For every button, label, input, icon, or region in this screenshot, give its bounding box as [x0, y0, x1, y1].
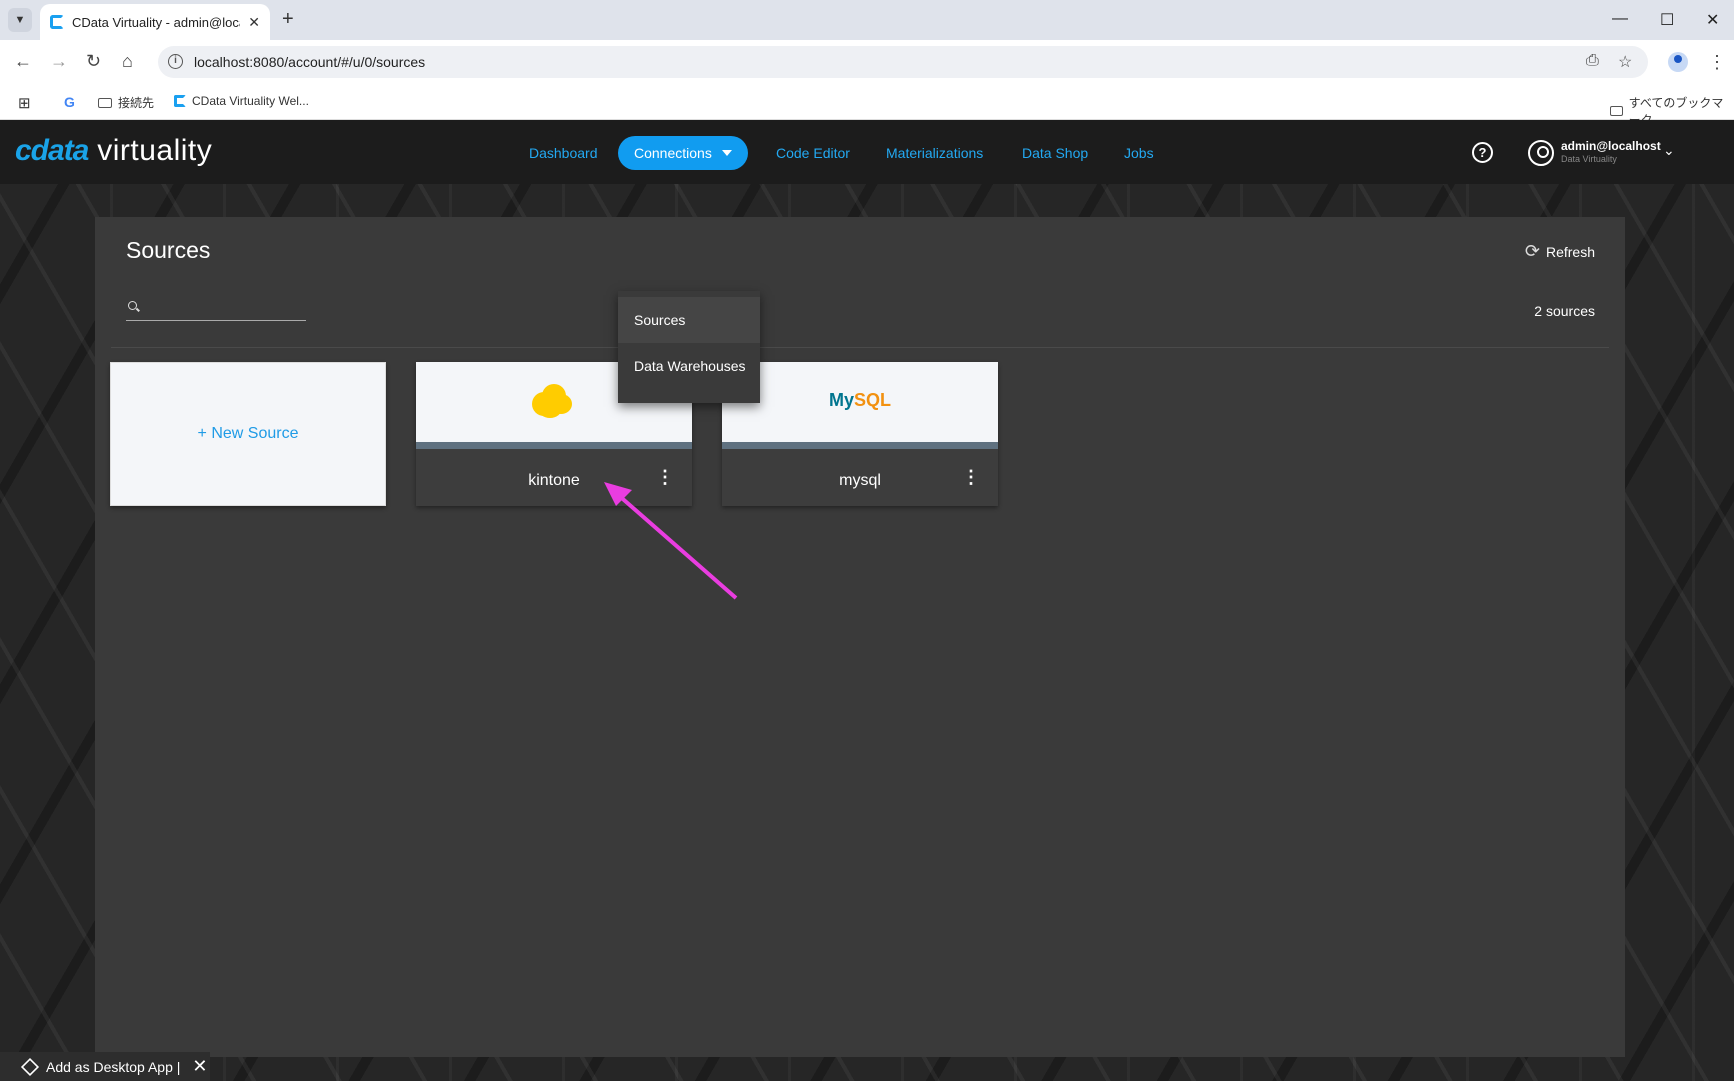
refresh-button[interactable]: ⟳ Refresh [1525, 241, 1595, 262]
cdata-icon [174, 95, 186, 107]
bookmark-label: CData Virtuality Wel... [192, 94, 309, 108]
reload-icon[interactable]: ↻ [86, 51, 101, 72]
card-logo-area: MySQL [722, 362, 998, 442]
cdata-virtuality-logo[interactable]: cdata virtuality [15, 134, 212, 168]
caret-down-icon [721, 150, 732, 156]
bookmark-folder[interactable]: 接続先 [98, 94, 154, 111]
tab-close-icon[interactable]: ✕ [248, 14, 260, 31]
address-bar[interactable]: i localhost:8080/account/#/u/0/sources ⎙… [158, 46, 1648, 78]
url-text[interactable]: localhost:8080/account/#/u/0/sources [194, 54, 425, 70]
forward-icon[interactable]: → [50, 51, 68, 72]
maximize-icon[interactable]: ☐ [1660, 10, 1674, 30]
folder-icon [1610, 106, 1623, 116]
chevron-down-icon[interactable]: ⌄ [1663, 142, 1675, 159]
apps-grid-icon[interactable]: ⊞ [18, 94, 31, 112]
tab-title: CData Virtuality - admin@locall [72, 14, 241, 30]
logo-brand: cdata [15, 134, 89, 167]
nav-jobs[interactable]: Jobs [1124, 136, 1154, 170]
refresh-label: Refresh [1545, 243, 1595, 260]
kintone-cloud-icon [528, 380, 574, 420]
card-status-bar [416, 442, 692, 449]
new-tab-button[interactable]: + [282, 8, 294, 31]
google-icon: G [64, 94, 75, 110]
profile-avatar-icon[interactable] [1668, 52, 1688, 72]
search-field[interactable] [126, 295, 306, 321]
sources-panel: Sources ⟳ Refresh 2 sources + New Source [95, 217, 1625, 1057]
bookmark-star-icon[interactable]: ☆ [1618, 52, 1632, 72]
nav-code-editor[interactable]: Code Editor [776, 136, 850, 170]
site-info-icon[interactable]: i [168, 54, 183, 69]
nav-materializations[interactable]: Materializations [886, 136, 983, 170]
new-source-card[interactable]: + New Source [110, 362, 386, 506]
user-subtitle: Data Virtuality [1561, 154, 1617, 164]
google-bookmark[interactable]: G [64, 94, 75, 110]
desktop-app-banner[interactable]: Add as Desktop App | ✕ [0, 1052, 210, 1081]
nav-connections[interactable]: Connections [618, 136, 748, 170]
close-icon[interactable]: ✕ [192, 1056, 207, 1077]
search-input[interactable] [144, 297, 302, 317]
source-name: mysql [839, 472, 881, 489]
connections-dropdown-menu: Sources Data Warehouses [618, 291, 760, 403]
page-title: Sources [126, 237, 211, 263]
menu-item-sources[interactable]: Sources [618, 297, 760, 343]
tab-list-button[interactable]: ▼ [8, 8, 32, 32]
bookmark-label: 接続先 [118, 96, 155, 110]
layers-icon [20, 1057, 40, 1076]
card-status-bar [722, 442, 998, 449]
user-account-icon[interactable] [1528, 140, 1554, 166]
back-icon[interactable]: ← [14, 51, 32, 72]
cdata-favicon-icon [50, 15, 64, 29]
app-header: cdata virtuality Dashboard Connections C… [0, 120, 1734, 184]
browser-tab-bar: ▼ CData Virtuality - admin@locall ✕ + — … [0, 0, 1734, 40]
home-icon[interactable]: ⌂ [122, 51, 133, 72]
browser-tab[interactable]: CData Virtuality - admin@locall ✕ [40, 4, 270, 40]
source-name: kintone [528, 472, 580, 489]
help-icon[interactable]: ? [1472, 142, 1493, 163]
bookmark-cdata[interactable]: CData Virtuality Wel... [174, 94, 309, 108]
nav-dashboard[interactable]: Dashboard [529, 136, 598, 170]
more-vert-icon[interactable]: ⋮ [962, 468, 980, 486]
logo-product: virtuality [97, 134, 213, 167]
install-app-icon[interactable]: ⎙ [1586, 52, 1599, 70]
divider [111, 347, 1609, 348]
minimize-icon[interactable]: — [1612, 10, 1628, 28]
browser-toolbar: ← → ↻ ⌂ i localhost:8080/account/#/u/0/s… [0, 40, 1734, 84]
nav-connections-label: Connections [634, 145, 712, 161]
desktop-app-label[interactable]: Add as Desktop App | [46, 1059, 180, 1075]
window-close-icon[interactable]: ✕ [1706, 10, 1719, 30]
bookmarks-bar: ⊞ G 接続先 CData Virtuality Wel... すべてのブックマ… [0, 84, 1734, 127]
app-root: cdata virtuality Dashboard Connections C… [0, 120, 1734, 1081]
new-source-label: + New Source [197, 425, 299, 442]
refresh-icon: ⟳ [1524, 241, 1540, 261]
user-name[interactable]: admin@localhost [1561, 139, 1661, 153]
browser-menu-icon[interactable]: ⋮ [1708, 52, 1726, 73]
folder-icon [98, 97, 112, 108]
more-vert-icon[interactable]: ⋮ [656, 468, 674, 486]
nav-data-shop[interactable]: Data Shop [1022, 136, 1088, 170]
sources-count: 2 sources [1534, 303, 1595, 319]
search-icon [128, 301, 137, 310]
menu-item-data-warehouses[interactable]: Data Warehouses [618, 343, 760, 389]
source-card-mysql[interactable]: MySQL mysql ⋮ [722, 362, 998, 506]
mysql-dolphin-icon: MySQL [828, 390, 892, 410]
